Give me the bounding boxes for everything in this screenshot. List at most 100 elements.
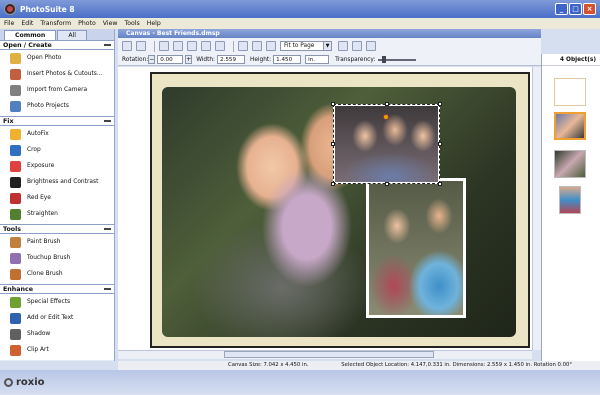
main-toolbar: Fit to Page ▼: [118, 38, 541, 54]
collapse-icon[interactable]: [104, 44, 111, 48]
zoom-out-icon[interactable]: [252, 41, 262, 51]
task-item[interactable]: Red Eye: [0, 190, 114, 206]
object-thumbnail[interactable]: [559, 186, 581, 214]
task-item-label: Insert Photos & Cutouts...: [27, 71, 103, 77]
properties-bar: Rotation: − 0.00 + Width: 2.559 Height: …: [118, 54, 541, 66]
rotate-handle[interactable]: [383, 114, 389, 120]
task-item[interactable]: Insert Photos & Cutouts...: [0, 66, 114, 82]
section-header[interactable]: Tools: [0, 224, 114, 234]
section-header[interactable]: Open / Create: [0, 40, 114, 50]
task-item[interactable]: Import from Camera: [0, 82, 114, 98]
task-item[interactable]: Special Effects: [0, 294, 114, 310]
task-item[interactable]: Add or Edit Text: [0, 310, 114, 326]
vertical-scrollbar[interactable]: [532, 67, 541, 350]
task-item-label: Import from Camera: [27, 87, 88, 93]
align-icon[interactable]: [215, 41, 225, 51]
task-item-label: Straighten: [27, 211, 58, 217]
tab-all[interactable]: All: [57, 30, 88, 40]
object-thumbnail[interactable]: [554, 78, 586, 106]
menu-edit[interactable]: Edit: [21, 20, 33, 27]
height-field[interactable]: 1.450: [273, 55, 302, 64]
footer-bar: [0, 370, 600, 395]
section-body: AutoFix Crop Exposure Brightness and Contra…: [0, 126, 114, 224]
rotation-increment-button[interactable]: +: [185, 55, 193, 64]
window-title: PhotoSuite 8: [20, 4, 75, 14]
task-item[interactable]: Clip Art: [0, 342, 114, 358]
maximize-button[interactable]: □: [569, 3, 582, 15]
rotation-decrement-button[interactable]: −: [148, 55, 156, 64]
object-thumbnail[interactable]: [554, 112, 586, 140]
task-item-label: Clip Art: [27, 347, 49, 353]
rotation-field[interactable]: 0.00: [157, 55, 184, 64]
task-item[interactable]: Clone Brush: [0, 266, 114, 282]
menu-view[interactable]: View: [103, 20, 118, 27]
resize-handle[interactable]: [438, 182, 442, 186]
section-header[interactable]: Enhance: [0, 284, 114, 294]
horizontal-scroll-thumb[interactable]: [224, 351, 434, 358]
task-item[interactable]: Crop: [0, 142, 114, 158]
width-field[interactable]: 2.559: [217, 55, 245, 64]
resize-handle[interactable]: [438, 142, 442, 146]
send-backward-icon[interactable]: [173, 41, 183, 51]
brightness-icon: [10, 176, 21, 188]
object-thumbnail[interactable]: [554, 150, 586, 178]
canvas-title: Canvas - Best Friends.dmsp: [118, 29, 541, 38]
close-button[interactable]: ×: [583, 3, 596, 15]
task-item-label: Special Effects: [27, 299, 71, 305]
task-item[interactable]: AutoFix: [0, 126, 114, 142]
straighten-icon: [10, 208, 21, 220]
fit-icon[interactable]: [266, 41, 276, 51]
bring-forward-icon[interactable]: [159, 41, 169, 51]
ungroup-icon[interactable]: [201, 41, 211, 51]
task-item[interactable]: Brightness and Contrast: [0, 174, 114, 190]
task-item[interactable]: Shadow: [0, 326, 114, 342]
resize-handle[interactable]: [331, 102, 335, 106]
status-bar: Canvas Size: 7.042 x 4.450 in. Selected …: [118, 361, 600, 370]
resize-handle[interactable]: [438, 102, 442, 106]
group-icon[interactable]: [187, 41, 197, 51]
minimize-button[interactable]: _: [555, 3, 568, 15]
roxio-logo-icon: [4, 378, 13, 387]
collapse-icon[interactable]: [104, 120, 111, 124]
task-item[interactable]: Exposure: [0, 158, 114, 174]
rotation-label: Rotation:: [122, 56, 149, 63]
task-item[interactable]: Open Photo: [0, 50, 114, 66]
tab-common[interactable]: Common: [4, 30, 57, 40]
resize-handle[interactable]: [331, 182, 335, 186]
zoom-value: Fit to Page: [284, 43, 315, 49]
task-item[interactable]: Straighten: [0, 206, 114, 222]
resize-handle[interactable]: [331, 142, 335, 146]
resize-handle[interactable]: [385, 182, 389, 186]
menu-tools[interactable]: Tools: [124, 20, 139, 27]
unit-select[interactable]: in.: [305, 55, 330, 64]
clone-brush-icon: [10, 268, 21, 280]
toolbar-separator: [154, 40, 155, 52]
slider-thumb[interactable]: [382, 55, 387, 63]
text-icon: [10, 312, 21, 324]
undo-icon[interactable]: [122, 41, 132, 51]
collapse-icon[interactable]: [104, 288, 111, 292]
redo-icon[interactable]: [136, 41, 146, 51]
menu-transform[interactable]: Transform: [40, 20, 71, 27]
photo-object-couple[interactable]: [366, 178, 466, 318]
zoom-select[interactable]: Fit to Page ▼: [280, 41, 332, 51]
task-item[interactable]: Photo Projects: [0, 98, 114, 114]
save-icon[interactable]: [338, 41, 348, 51]
menu-photo[interactable]: Photo: [78, 20, 96, 27]
email-icon[interactable]: [366, 41, 376, 51]
collapse-icon[interactable]: [104, 228, 111, 232]
resize-handle[interactable]: [385, 102, 389, 106]
task-item-label: Open Photo: [27, 55, 62, 61]
menu-file[interactable]: File: [4, 20, 14, 27]
menu-help[interactable]: Help: [147, 20, 161, 27]
print-icon[interactable]: [352, 41, 362, 51]
task-item[interactable]: Paint Brush: [0, 234, 114, 250]
transparency-slider[interactable]: [378, 55, 417, 63]
camera-icon: [10, 84, 21, 96]
brand-text: roxio: [16, 377, 45, 388]
section-header[interactable]: Fix: [0, 116, 114, 126]
task-item[interactable]: Touchup Brush: [0, 250, 114, 266]
projects-icon: [10, 100, 21, 112]
selection-status: Selected Object Location: 4.147,0.331 in…: [341, 362, 572, 368]
zoom-in-icon[interactable]: [238, 41, 248, 51]
